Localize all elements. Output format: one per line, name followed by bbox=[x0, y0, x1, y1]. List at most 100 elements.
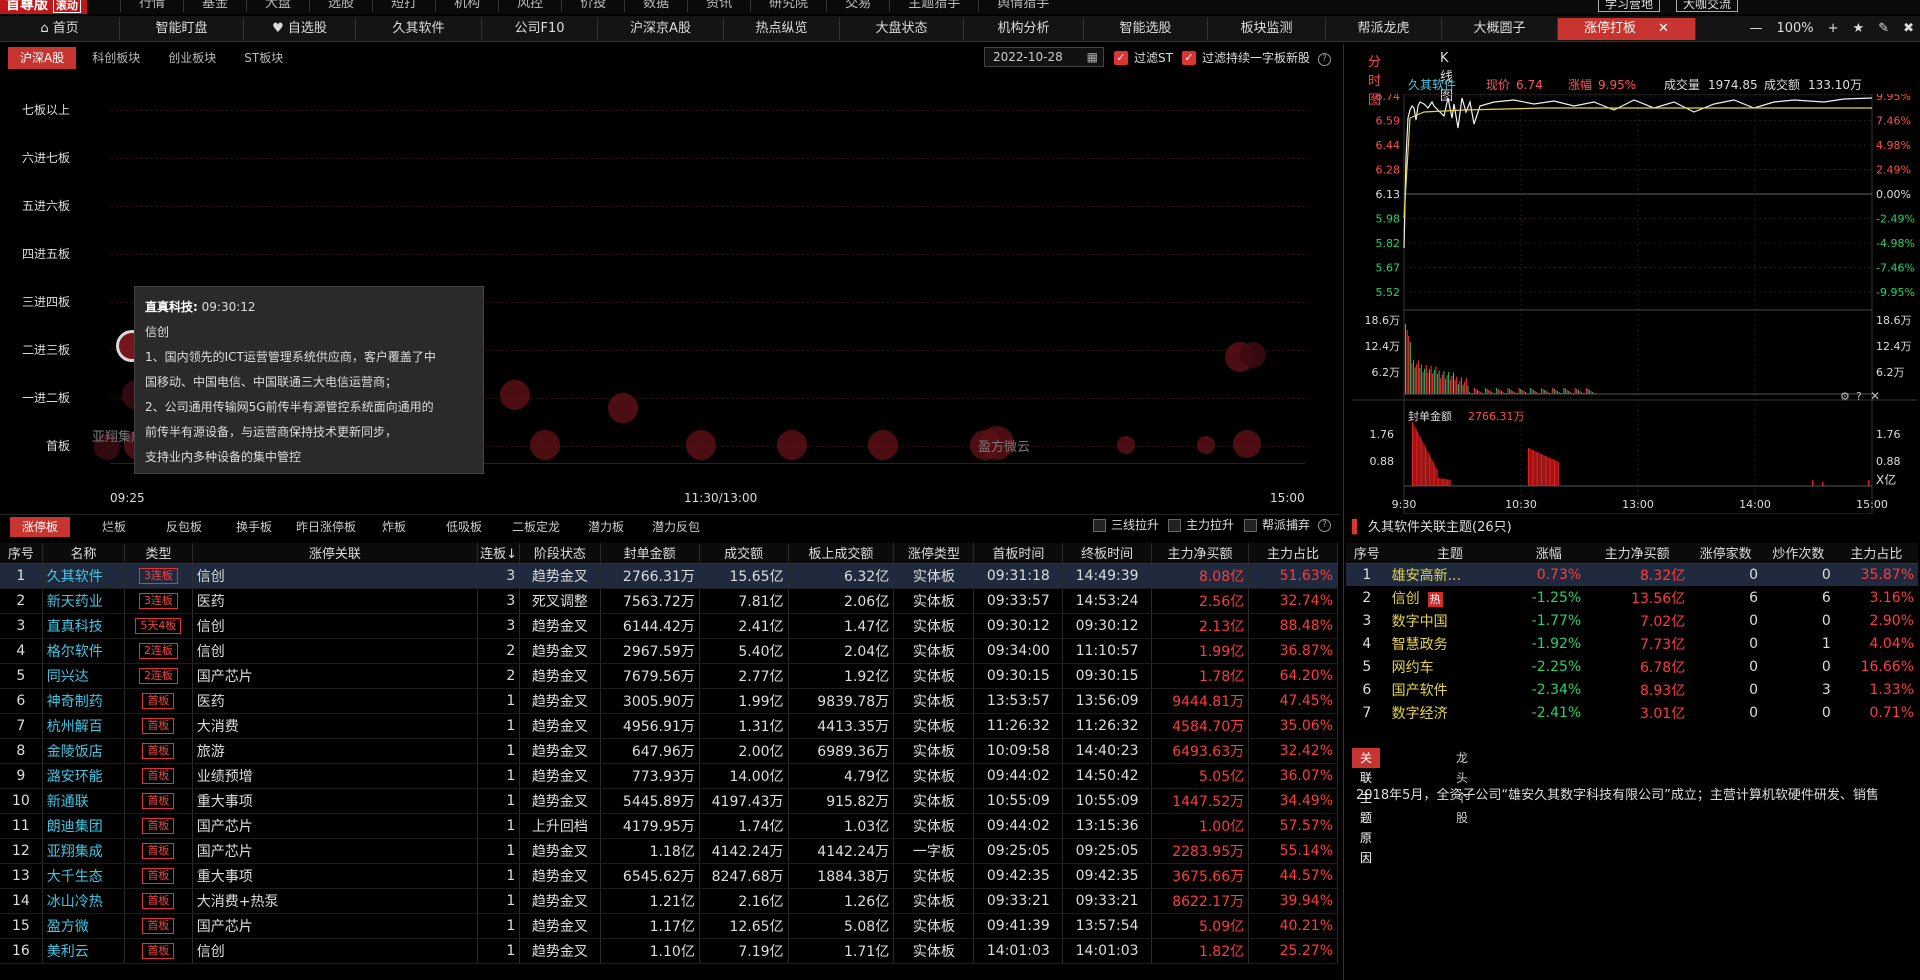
board-tab[interactable]: 炸板 bbox=[382, 517, 406, 537]
column-header[interactable]: 名称 bbox=[42, 543, 126, 564]
board-tab[interactable]: 反包板 bbox=[166, 517, 202, 537]
table-row[interactable]: 9 潞安环能 首板 业绩预增 1 趋势金叉 773.93万 14.00亿 4.79亿 实体板 09:… bbox=[0, 763, 1338, 789]
nav-tab[interactable]: ♥ 自选股 bbox=[244, 18, 356, 40]
board-tab[interactable]: 烂板 bbox=[102, 517, 126, 537]
related-theme[interactable]: 国产芯片 bbox=[192, 913, 478, 939]
filter-st-checkbox[interactable]: ✓ 过滤ST bbox=[1114, 50, 1173, 66]
market-subtab[interactable]: 沪深A股 bbox=[8, 47, 77, 69]
theme-name-cell[interactable]: 网约车 bbox=[1388, 655, 1513, 678]
theme-row[interactable]: 1 雄安高新... 0.73% 8.32亿 0 0 35.87% bbox=[1346, 563, 1918, 586]
tab-leading-stocks[interactable]: 龙头个股 bbox=[1448, 748, 1476, 825]
calendar-icon[interactable]: ▦ bbox=[1087, 48, 1098, 66]
board-tab[interactable]: 潜力反包 bbox=[652, 517, 700, 537]
zoom-in-icon[interactable]: + bbox=[1828, 18, 1839, 40]
market-subtab[interactable]: ST板块 bbox=[232, 47, 295, 69]
related-theme[interactable]: 信创 bbox=[192, 563, 478, 589]
menu-item[interactable]: 资讯 bbox=[687, 0, 750, 12]
column-header[interactable]: 首板时间 bbox=[973, 543, 1064, 564]
menu-item[interactable]: 基金 bbox=[183, 0, 246, 12]
edit-icon[interactable]: ✎ bbox=[1878, 18, 1889, 40]
theme-column-header[interactable]: 涨停家数 bbox=[1689, 543, 1762, 564]
table-row[interactable]: 7 杭州解百 首板 大消费 1 趋势金叉 4956.91万 1.31亿 4413.35万 实体板 1… bbox=[0, 713, 1338, 739]
nav-tab[interactable]: 智能选股 bbox=[1084, 18, 1208, 40]
stock-bubble[interactable] bbox=[530, 430, 560, 460]
table-row[interactable]: 5 同兴达 2连板 国产芯片 2 趋势金叉 7679.56万 2.77亿 1.92亿 实体板 09:… bbox=[0, 663, 1338, 689]
menu-item[interactable]: 研究院 bbox=[750, 0, 826, 12]
related-theme[interactable]: 重大事项 bbox=[192, 863, 478, 889]
theme-name-cell[interactable]: 信创热 bbox=[1388, 586, 1513, 609]
column-header[interactable]: 涨停类型 bbox=[893, 543, 975, 564]
menu-item[interactable]: 行情 bbox=[120, 0, 183, 12]
theme-row[interactable]: 2 信创热 -1.25% 13.56亿 6 6 3.16% bbox=[1346, 586, 1918, 609]
menu-item[interactable]: 风控 bbox=[498, 0, 561, 12]
stock-name[interactable]: 新天药业 bbox=[42, 588, 126, 614]
related-theme[interactable]: 大消费+热泵 bbox=[192, 888, 478, 914]
nav-tab[interactable]: 公司F10 bbox=[482, 18, 598, 40]
column-header[interactable]: 主力占比 bbox=[1248, 543, 1338, 564]
nav-tab[interactable]: 板块监测 bbox=[1208, 18, 1326, 40]
stock-bubble[interactable] bbox=[1117, 436, 1135, 454]
nav-tab[interactable]: 大盘状态 bbox=[840, 18, 964, 40]
table-row[interactable]: 13 大千生态 首板 重大事项 1 趋势金叉 6545.62万 8247.68万 1884.38… bbox=[0, 863, 1338, 889]
nav-tab[interactable]: 大概圆子 bbox=[1442, 18, 1558, 40]
nav-tab[interactable]: ⌂ 首页 bbox=[0, 18, 120, 40]
theme-row[interactable]: 3 数字中国 -1.77% 7.02亿 0 0 2.90% bbox=[1346, 609, 1918, 632]
related-theme[interactable]: 国产芯片 bbox=[192, 663, 478, 689]
table-row[interactable]: 16 美利云 首板 信创 1 趋势金叉 1.10亿 7.19亿 1.71亿 实体板 14:01:03… bbox=[0, 938, 1338, 964]
close-icon[interactable]: ✕ bbox=[1658, 21, 1669, 36]
table-row[interactable]: 4 格尔软件 2连板 信创 2 趋势金叉 2967.59万 5.40亿 2.04亿 实体板 09:3… bbox=[0, 638, 1338, 664]
column-header[interactable]: 连板↓ bbox=[477, 543, 521, 564]
stock-name[interactable]: 新通联 bbox=[42, 788, 126, 814]
theme-name-cell[interactable]: 数字经济 bbox=[1388, 701, 1513, 724]
stock-bubble[interactable] bbox=[777, 430, 807, 460]
menu-item[interactable]: 数据 bbox=[624, 0, 687, 12]
menu-item[interactable]: 短打 bbox=[372, 0, 435, 12]
nav-tab[interactable]: 涨停打板 ✕ bbox=[1558, 18, 1696, 40]
related-theme[interactable]: 旅游 bbox=[192, 738, 478, 764]
help-icon[interactable]: ? bbox=[1318, 53, 1331, 66]
stock-bubble[interactable] bbox=[1240, 342, 1266, 368]
learn-button[interactable]: 学习营地 bbox=[1598, 0, 1661, 12]
table-row[interactable]: 2 新天药业 3连板 医药 3 死叉调整 7563.72万 7.81亿 2.06亿 实体板 09:3… bbox=[0, 588, 1338, 614]
main-force-checkbox[interactable]: 主力拉升 bbox=[1168, 518, 1234, 533]
theme-name-cell[interactable]: 国产软件 bbox=[1388, 678, 1513, 701]
column-header[interactable]: 终板时间 bbox=[1062, 543, 1152, 564]
table-row[interactable]: 6 神奇制药 首板 医药 1 趋势金叉 3005.90万 1.99亿 9839.78万 实体板 13… bbox=[0, 688, 1338, 714]
theme-column-header[interactable]: 主力占比 bbox=[1834, 543, 1918, 564]
column-header[interactable]: 板上成交额 bbox=[788, 543, 895, 564]
related-theme[interactable]: 信创 bbox=[192, 638, 478, 664]
menu-item[interactable]: 机构 bbox=[435, 0, 498, 12]
table-row[interactable]: 1 久其软件 3连板 信创 3 趋势金叉 2766.31万 15.65亿 6.32亿 实体板 09:… bbox=[0, 563, 1338, 589]
related-theme[interactable]: 信创 bbox=[192, 938, 478, 964]
board-tab[interactable]: 换手板 bbox=[236, 517, 272, 537]
related-theme[interactable]: 重大事项 bbox=[192, 788, 478, 814]
menu-item[interactable]: 交易 bbox=[826, 0, 889, 12]
board-tab[interactable]: 潜力板 bbox=[588, 517, 624, 537]
column-header[interactable]: 主力净买额 bbox=[1151, 543, 1250, 564]
stock-bubble[interactable] bbox=[686, 430, 716, 460]
theme-name-cell[interactable]: 雄安高新... bbox=[1387, 563, 1513, 586]
column-header[interactable]: 阶段状态 bbox=[519, 543, 601, 564]
zoom-out-icon[interactable]: — bbox=[1749, 18, 1762, 40]
settings-icon[interactable]: ⚙ bbox=[1840, 390, 1850, 403]
stock-name[interactable]: 朗迪集团 bbox=[42, 813, 126, 839]
stock-name[interactable]: 潞安环能 bbox=[42, 763, 126, 789]
stock-bubble[interactable] bbox=[1197, 436, 1215, 454]
related-theme[interactable]: 医药 bbox=[192, 588, 478, 614]
stock-name[interactable]: 盈方微 bbox=[42, 913, 126, 939]
theme-column-header[interactable]: 主题 bbox=[1387, 543, 1513, 564]
help-icon[interactable]: ? bbox=[1318, 519, 1331, 532]
column-header[interactable]: 封单金额 bbox=[600, 543, 700, 564]
theme-row[interactable]: 7 数字经济 -2.41% 3.01亿 0 0 0.71% bbox=[1346, 701, 1918, 724]
table-row[interactable]: 8 金陵饭店 首板 旅游 1 趋势金叉 647.96万 2.00亿 6989.36万 实体板 10:… bbox=[0, 738, 1338, 764]
stock-name[interactable]: 神奇制药 bbox=[42, 688, 126, 714]
star-icon[interactable]: ★ bbox=[1853, 18, 1865, 40]
gang-checkbox[interactable]: 帮派捕弃 bbox=[1244, 518, 1310, 533]
theme-column-header[interactable]: 序号 bbox=[1346, 543, 1388, 564]
table-row[interactable]: 12 亚翔集成 首板 国产芯片 1 趋势金叉 1.18亿 4142.24万 4142.24万 一字… bbox=[0, 838, 1338, 864]
stock-name[interactable]: 杭州解百 bbox=[42, 713, 126, 739]
stock-bubble[interactable] bbox=[500, 380, 530, 410]
market-subtab[interactable]: 创业板块 bbox=[156, 47, 228, 69]
stock-name[interactable]: 格尔软件 bbox=[42, 638, 126, 664]
three-line-checkbox[interactable]: 三线拉升 bbox=[1093, 518, 1159, 533]
